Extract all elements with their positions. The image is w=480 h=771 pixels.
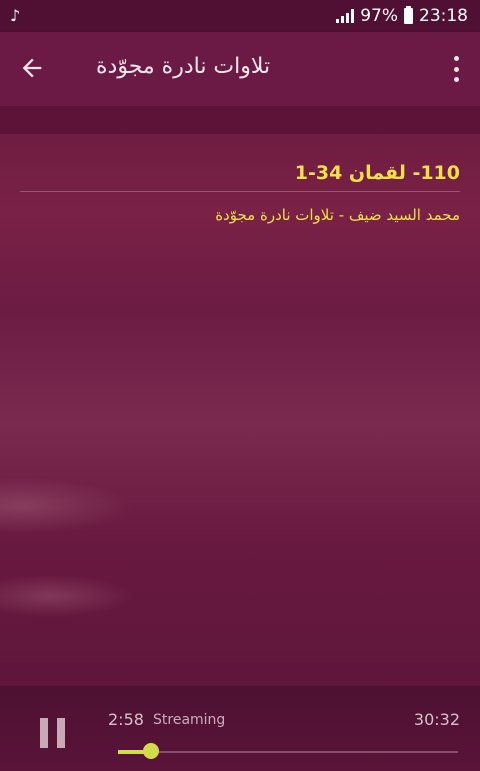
music-note-icon: ♪ — [10, 6, 21, 25]
seek-bar[interactable] — [118, 743, 458, 759]
artwork-top-band — [0, 106, 480, 134]
elapsed-time: 2:58 — [108, 710, 144, 729]
battery-icon — [404, 6, 413, 24]
app-bar: تلاوات نادرة مجوّدة — [0, 32, 480, 106]
pause-button[interactable] — [40, 718, 66, 748]
divider — [20, 191, 460, 192]
track-subtitle: محمد السيد ضيف - تلاوات نادرة مجوّدة — [215, 206, 460, 224]
total-duration: 30:32 — [413, 710, 460, 729]
battery-percent: 97% — [360, 6, 398, 26]
page-title: تلاوات نادرة مجوّدة — [96, 54, 271, 79]
clock: 23:18 — [419, 6, 468, 26]
player-controls: 2:58 Streaming 30:32 — [0, 686, 480, 771]
arrow-left-icon[interactable] — [18, 54, 46, 82]
more-vert-icon[interactable] — [452, 56, 460, 82]
track-title: 110- لقمان 34-1 — [294, 162, 460, 184]
seek-track — [118, 751, 458, 753]
status-bar: ♪ 97% 23:18 — [0, 0, 480, 32]
status-bar-right: 97% 23:18 — [336, 6, 468, 26]
streaming-label: Streaming — [153, 712, 226, 728]
now-playing-artwork: 110- لقمان 34-1 محمد السيد ضيف - تلاوات … — [0, 106, 480, 686]
signal-icon — [336, 9, 355, 23]
seek-thumb[interactable] — [142, 743, 159, 759]
